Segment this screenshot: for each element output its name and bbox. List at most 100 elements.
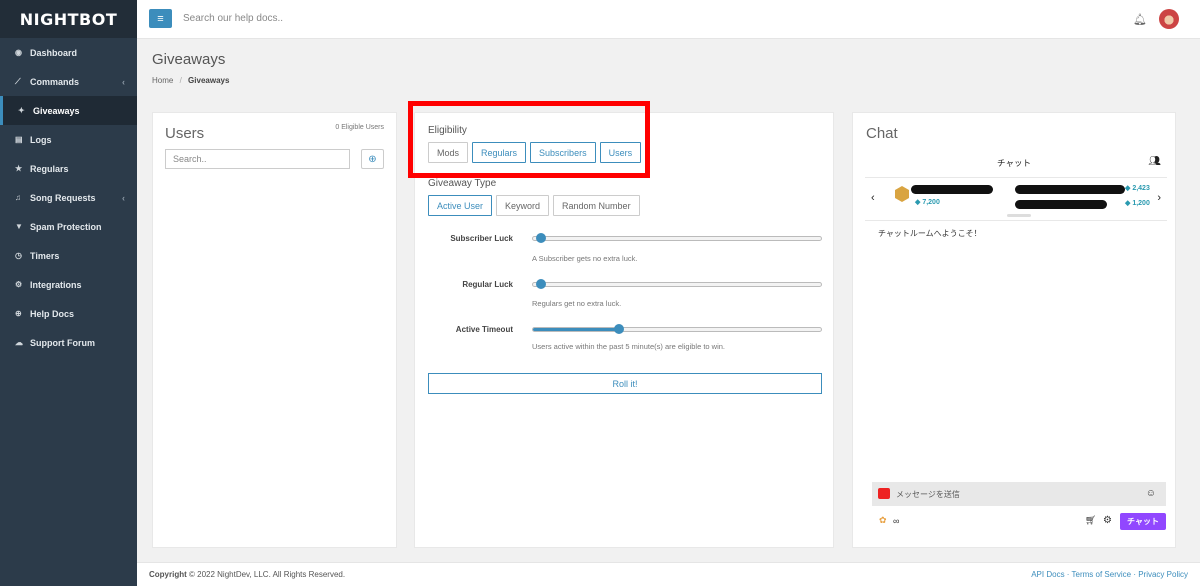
regular-luck-label: Regular Luck	[462, 280, 513, 289]
leaderboard: ‹ ◆ 7,200 ◆ 2,423 ◆ 1,200 ›	[865, 177, 1167, 221]
sidebar-item-label: Help Docs	[30, 308, 75, 319]
slider-handle[interactable]	[536, 279, 546, 289]
sidebar-item-spam-protection[interactable]: ▼ Spam Protection	[0, 212, 137, 241]
chat-message-input[interactable]: メッセージを送信 ☺	[872, 482, 1166, 506]
giveaway-type-label: Giveaway Type	[428, 178, 497, 189]
sidebar-item-help-docs[interactable]: ⊕ Help Docs	[0, 299, 137, 328]
chat-welcome-message: チャットルームへようこそ！	[878, 229, 982, 238]
right-points-1-value: 2,423	[1132, 185, 1150, 192]
nightbot-logo[interactable]: NIGHTBOT	[0, 0, 137, 38]
breadcrumb: Home / Giveaways	[152, 76, 229, 85]
copyright-bold: Copyright	[149, 570, 187, 579]
hamburger-icon: ≡	[157, 12, 164, 25]
redacted-username	[911, 185, 993, 194]
emoji-icon[interactable]: ☺	[1146, 488, 1156, 499]
integrations-icon: ⚙	[15, 280, 23, 289]
bits-icon[interactable]: ✿	[879, 515, 887, 526]
users-search-input[interactable]: Search..	[165, 149, 350, 169]
slider-handle[interactable]	[614, 324, 625, 334]
copyright-rest: © 2022 NightDev, LLC. All Rights Reserve…	[189, 570, 346, 579]
footer: Copyright © 2022 NightDev, LLC. All Righ…	[137, 562, 1200, 586]
subscriber-luck-help: A Subscriber gets no extra luck.	[532, 254, 638, 263]
roll-it-button[interactable]: Roll it!	[428, 373, 822, 394]
sidebar-item-label: Support Forum	[30, 337, 95, 348]
chat-header: チャット	[997, 158, 1031, 168]
chat-title: Chat	[866, 125, 898, 142]
sidebar-item-label: Integrations	[30, 279, 82, 290]
sidebar-item-label: Spam Protection	[30, 221, 102, 232]
help-search-input[interactable]: Search our help docs..	[183, 13, 283, 24]
slider-handle[interactable]	[536, 233, 546, 243]
chevron-left-icon[interactable]: ‹	[871, 192, 875, 204]
page-title: Giveaways	[152, 51, 226, 68]
cart-icon[interactable]: 🛒︎	[1085, 515, 1096, 526]
chevron-left-icon: ‹	[122, 76, 125, 87]
avatar[interactable]	[1159, 9, 1179, 29]
giveaway-type-buttons: Active User Keyword Random Number	[428, 195, 640, 216]
type-active-user-button[interactable]: Active User	[428, 195, 493, 216]
chat-send-button[interactable]: チャット	[1120, 513, 1166, 530]
subscriber-luck-label: Subscriber Luck	[450, 234, 513, 243]
chevron-right-icon[interactable]: ›	[1157, 192, 1161, 204]
logs-icon: ▤	[15, 135, 23, 144]
dashboard-icon: ◉	[15, 48, 22, 57]
redacted-username	[1015, 185, 1125, 194]
terminal-icon: ⟋	[15, 76, 21, 86]
music-icon: ♫	[15, 193, 21, 202]
users-title: Users	[165, 125, 205, 142]
chevron-left-icon: ‹	[122, 192, 125, 203]
sidebar-item-giveaways[interactable]: ✦ Giveaways	[0, 96, 137, 125]
eligibility-highlight-box	[408, 101, 650, 178]
breadcrumb-current: Giveaways	[188, 76, 230, 85]
breadcrumb-separator: /	[179, 76, 182, 85]
active-timeout-slider[interactable]	[532, 324, 822, 334]
type-keyword-button[interactable]: Keyword	[496, 195, 550, 216]
subscriber-luck-slider[interactable]	[532, 233, 822, 243]
globe-icon: ⊕	[15, 309, 22, 318]
users-list-icon[interactable]: 👥︎	[1148, 156, 1161, 167]
filter-icon: ▼	[15, 222, 23, 231]
leader-points-value: 7,200	[922, 199, 940, 206]
right-points-1: ◆ 2,423	[1125, 185, 1150, 192]
copyright-text: Copyright © 2022 NightDev, LLC. All Righ…	[149, 570, 345, 579]
sidebar-item-label: Timers	[30, 250, 60, 261]
leader-points: ◆ 7,200	[915, 199, 940, 206]
sidebar-item-label: Dashboard	[30, 47, 78, 58]
regular-luck-slider[interactable]	[532, 279, 822, 289]
add-user-button[interactable]: ⊕	[361, 149, 384, 169]
clock-icon: ◷	[15, 251, 22, 260]
sidebar-item-dashboard[interactable]: ◉ Dashboard	[0, 38, 137, 67]
bell-icon[interactable]: 🔔︎	[1133, 13, 1147, 26]
menu-toggle-button[interactable]: ≡	[149, 9, 172, 28]
sidebar-item-commands[interactable]: ⟋ Commands ‹	[0, 67, 137, 96]
sidebar-item-logs[interactable]: ▤ Logs	[0, 125, 137, 154]
chat-input-placeholder: メッセージを送信	[896, 489, 960, 499]
sidebar-item-song-requests[interactable]: ♫ Song Requests ‹	[0, 183, 137, 212]
sidebar-item-integrations[interactable]: ⚙ Integrations	[0, 270, 137, 299]
sidebar-item-label: Logs	[30, 134, 52, 145]
topbar: ≡ Search our help docs.. 🔔︎	[137, 0, 1200, 39]
regular-luck-help: Regulars get no extra luck.	[532, 299, 622, 308]
sidebar-item-timers[interactable]: ◷ Timers	[0, 241, 137, 270]
sidebar-item-support-forum[interactable]: ☁ Support Forum	[0, 328, 137, 357]
users-panel: Users 0 Eligible Users Search.. ⊕	[152, 112, 397, 548]
plus-circle-icon: ⊕	[368, 153, 377, 165]
breadcrumb-home[interactable]: Home	[152, 76, 173, 85]
camera-icon[interactable]	[878, 488, 890, 499]
gift-icon: ✦	[18, 106, 25, 115]
active-timeout-label: Active Timeout	[455, 325, 513, 334]
sidebar-item-label: Commands	[30, 76, 80, 87]
sidebar-item-label: Song Requests	[30, 192, 96, 203]
infinity-indicator: ∞	[893, 516, 900, 526]
right-points-2: ◆ 1,200	[1125, 200, 1150, 207]
type-random-number-button[interactable]: Random Number	[553, 195, 640, 216]
sidebar-item-regulars[interactable]: ★ Regulars	[0, 154, 137, 183]
sidebar: NIGHTBOT ◉ Dashboard ⟋ Commands ‹ ✦ Giveaways ▤…	[0, 0, 137, 586]
right-points-2-value: 1,200	[1132, 200, 1150, 207]
footer-links[interactable]: API Docs · Terms of Service · Privacy Po…	[1031, 570, 1188, 579]
active-timeout-help: Users active within the past 5 minute(s)…	[532, 342, 726, 351]
rank-badge-icon	[895, 186, 909, 202]
settings-gear-icon[interactable]: ⚙	[1103, 515, 1112, 526]
redacted-username	[1015, 200, 1107, 209]
sidebar-item-label: Giveaways	[33, 105, 80, 116]
